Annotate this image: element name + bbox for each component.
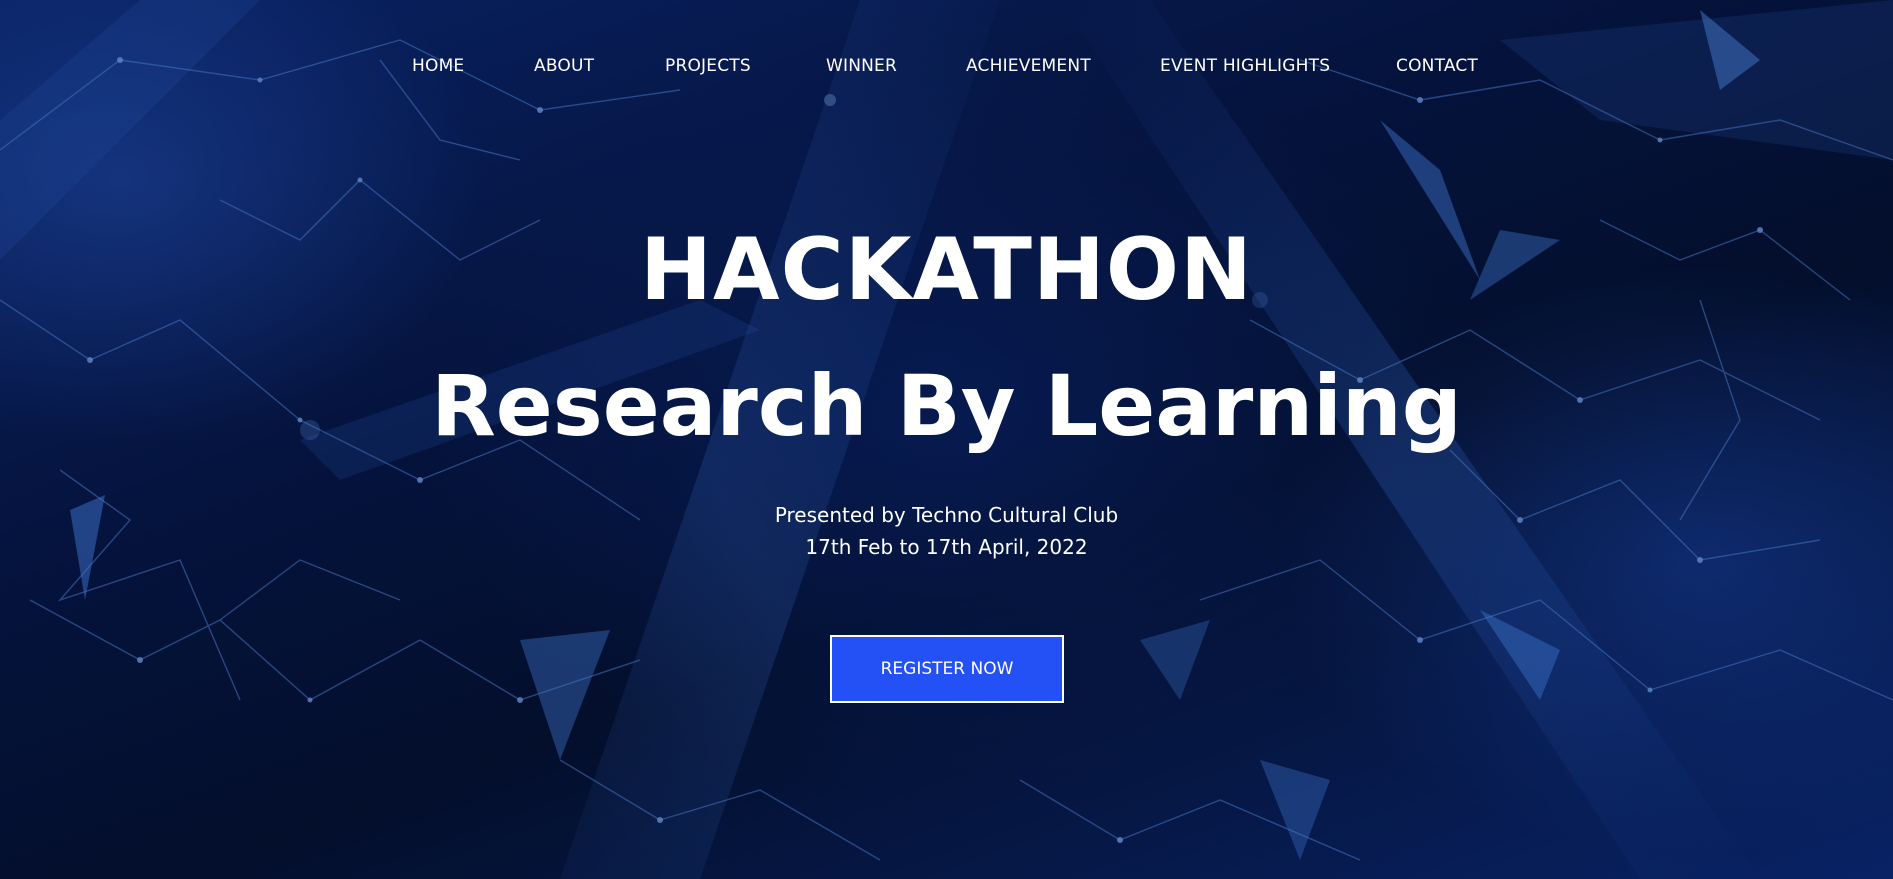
- hero-section: HOME ABOUT PROJECTS WINNER ACHIEVEMENT E…: [0, 0, 1893, 879]
- hero-title: HACKATHON: [640, 220, 1253, 320]
- presented-by-text: Presented by Techno Cultural Club: [774, 503, 1119, 527]
- hero-subtitle: Research By Learning: [431, 357, 1462, 455]
- event-dates-text: 17th Feb to 17th April, 2022: [805, 535, 1088, 559]
- main-nav: HOME ABOUT PROJECTS WINNER ACHIEVEMENT E…: [0, 56, 1893, 80]
- nav-item-about[interactable]: ABOUT: [534, 56, 594, 76]
- register-now-label: REGISTER NOW: [880, 659, 1014, 679]
- nav-item-contact[interactable]: CONTACT: [1396, 56, 1478, 76]
- nav-item-winner[interactable]: WINNER: [826, 56, 897, 76]
- nav-item-achievement[interactable]: ACHIEVEMENT: [966, 56, 1091, 76]
- nav-item-projects[interactable]: PROJECTS: [665, 56, 751, 76]
- nav-item-event-highlights[interactable]: EVENT HIGHLIGHTS: [1160, 56, 1330, 76]
- nav-item-home[interactable]: HOME: [412, 56, 464, 76]
- register-now-button[interactable]: REGISTER NOW: [830, 635, 1064, 703]
